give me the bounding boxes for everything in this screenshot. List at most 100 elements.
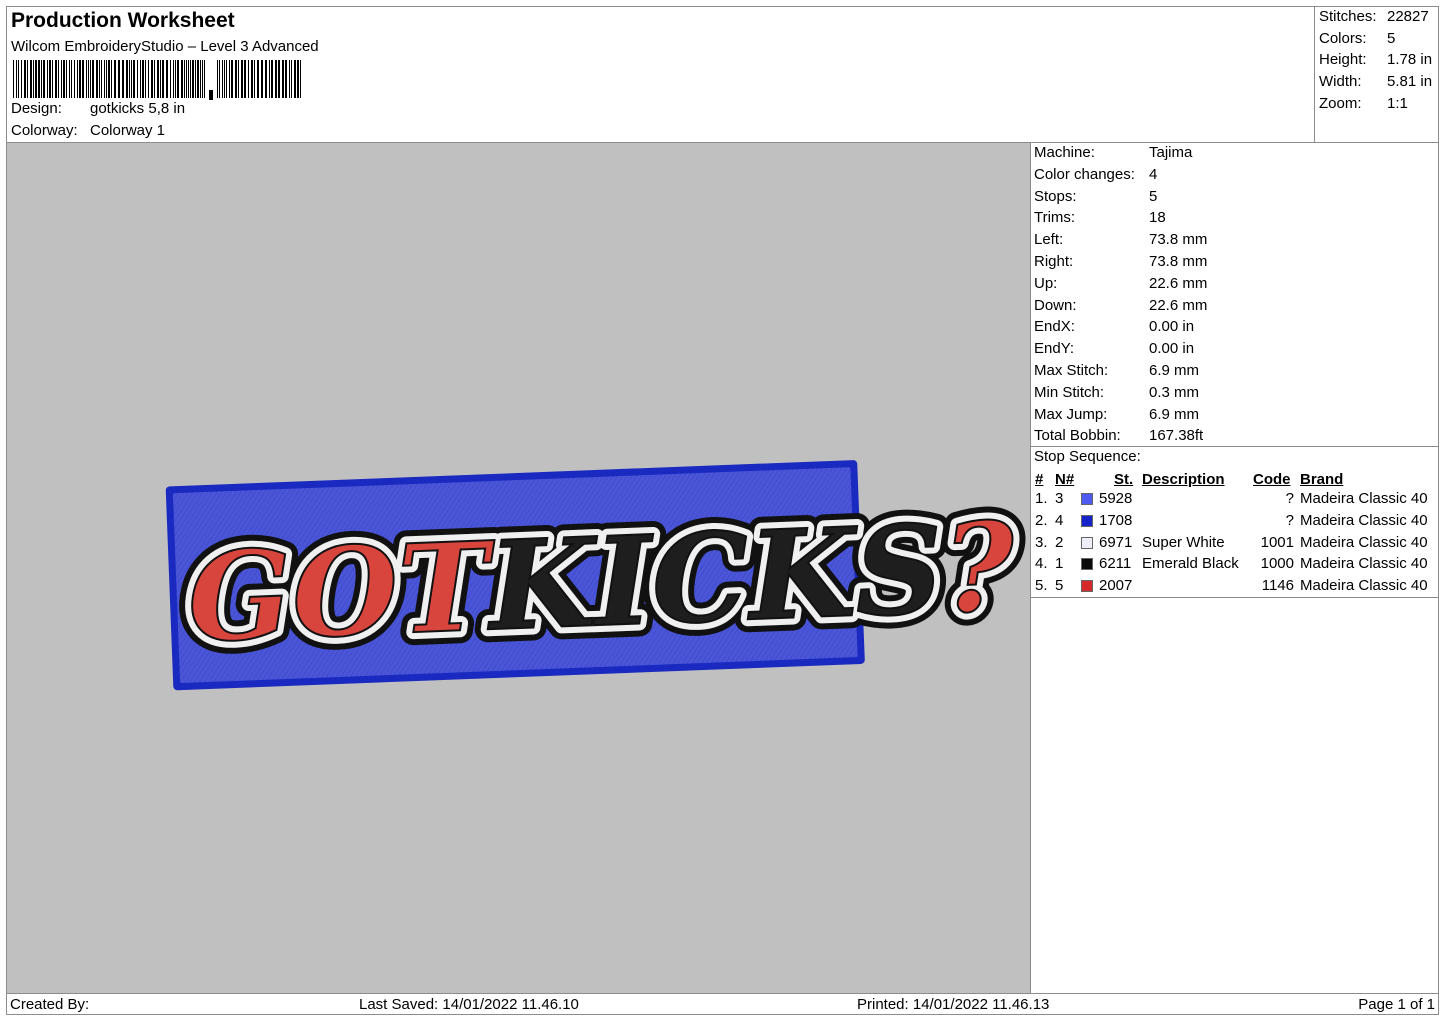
stat-value: 5.81 in xyxy=(1387,73,1433,90)
col-header-needle: N# xyxy=(1055,471,1075,488)
patch-lettering: GOTKICKS? GOTKICKS? GOTKICKS? xyxy=(172,481,1030,683)
detail-row: Color changes: 4 xyxy=(1034,166,1157,183)
stat-label: Zoom: xyxy=(1319,95,1362,112)
stop-needle: 3 xyxy=(1055,490,1064,507)
stop-code: 1001 xyxy=(1260,533,1294,551)
barcode-bar xyxy=(108,60,110,98)
barcode-bar xyxy=(222,60,223,98)
detail-value: 73.8 mm xyxy=(1149,253,1208,270)
detail-label: Left: xyxy=(1034,231,1064,249)
divider xyxy=(1031,446,1438,447)
stop-index: 4. xyxy=(1035,555,1048,573)
barcode-bar xyxy=(200,60,201,98)
detail-value: 22.6 mm xyxy=(1149,296,1208,314)
detail-row: Right: 73.8 mm xyxy=(1034,253,1207,270)
barcode-bar xyxy=(192,60,194,98)
detail-row: Up: 22.6 mm xyxy=(1034,275,1207,292)
barcode-bar xyxy=(47,60,48,98)
stop-index: 2. xyxy=(1035,511,1048,529)
detail-value: 0.00 in xyxy=(1149,340,1195,358)
design-label: Design: xyxy=(11,100,62,117)
barcode-bar xyxy=(184,60,185,98)
detail-value: 18 xyxy=(1149,209,1166,227)
detail-value: 167.38ft xyxy=(1149,427,1204,445)
stop-needle: 1 xyxy=(1055,555,1064,573)
stop-stitches: 6971 xyxy=(1099,533,1133,551)
divider xyxy=(1031,597,1438,598)
barcode-bar xyxy=(190,60,191,98)
stop-row: 2. 4 1708? Madeira Classic 40 xyxy=(1031,512,1438,534)
barcode-bar xyxy=(92,60,94,98)
stat-height: Height: 1.78 in xyxy=(1319,51,1432,68)
barcode-bar xyxy=(275,60,277,98)
barcode-bar xyxy=(244,60,246,98)
detail-value: 73.8 mm xyxy=(1149,231,1208,249)
detail-value: Tajima xyxy=(1149,144,1193,161)
barcode-bar xyxy=(79,60,81,98)
design-row: Design: gotkicks 5,8 in xyxy=(11,100,185,117)
stop-row: 1. 3 5928? Madeira Classic 40 xyxy=(1031,490,1438,512)
detail-row: EndX: 0.00 in xyxy=(1034,318,1194,335)
detail-label: Right: xyxy=(1034,253,1074,270)
barcode-bar xyxy=(99,60,100,98)
thread-color-swatch xyxy=(1081,493,1093,505)
barcode-bar xyxy=(145,60,146,98)
software-name: Wilcom EmbroideryStudio – Level 3 Advanc… xyxy=(11,38,319,55)
stop-index: 3. xyxy=(1035,533,1048,551)
stop-sequence-title: Stop Sequence: xyxy=(1034,448,1141,465)
barcode-bar xyxy=(235,60,237,98)
detail-row: Total Bobbin: 167.38ft xyxy=(1034,427,1203,444)
detail-value: 0.3 mm xyxy=(1149,383,1200,401)
stop-brand: Madeira Classic 40 xyxy=(1300,533,1428,551)
thread-color-swatch xyxy=(1081,536,1093,549)
barcode-bar xyxy=(297,60,299,98)
barcode-bar xyxy=(66,60,67,98)
stop-description: Super White xyxy=(1142,533,1225,551)
worksheet-title: Production Worksheet xyxy=(11,9,235,32)
barcode-bar xyxy=(148,60,149,98)
stop-stitches: 2007 xyxy=(1099,577,1133,595)
barcode-bar xyxy=(175,60,176,98)
summary-panel: Stitches: 22827 Colors: 5 Height: 1.78 in W… xyxy=(1314,6,1439,143)
detail-row: EndY: 0.00 in xyxy=(1034,340,1194,357)
barcode-bar xyxy=(261,60,263,98)
stat-label: Stitches: xyxy=(1319,8,1377,25)
stat-width: Width: 5.81 in xyxy=(1319,73,1432,90)
barcode-bar xyxy=(257,60,259,98)
barcode-bar xyxy=(33,60,34,98)
barcode-bar xyxy=(229,60,230,98)
created-by: Created By: xyxy=(10,996,90,1013)
barcode-bar xyxy=(24,60,26,98)
stop-row: 5. 5 2007 1146 Madeira Classic 40 xyxy=(1031,577,1438,599)
machine-info-panel: Machine: Tajima Color changes: 4 Stops: 5 Trim… xyxy=(1030,142,1439,994)
barcode-bar xyxy=(170,60,171,98)
stop-stitches: 5928 xyxy=(1099,490,1133,507)
barcode-bar xyxy=(271,60,273,98)
stop-index: 5. xyxy=(1035,577,1048,595)
barcode-bar xyxy=(195,60,196,98)
detail-row: Max Jump: 6.9 mm xyxy=(1034,406,1199,423)
stat-value: 1.78 in xyxy=(1387,51,1433,68)
design-preview-canvas[interactable]: GOTKICKS? GOTKICKS? GOTKICKS? xyxy=(6,142,1031,994)
barcode-bar xyxy=(294,60,296,98)
stop-code: 1146 xyxy=(1261,577,1294,595)
detail-row: Stops: 5 xyxy=(1034,188,1157,205)
barcode-bar xyxy=(27,60,28,98)
lettering-fill: GOTKICKS? xyxy=(185,494,1019,670)
barcode-bar xyxy=(77,60,78,98)
barcode-bar xyxy=(300,60,301,98)
barcode-bar xyxy=(226,60,227,98)
barcode-bar xyxy=(61,60,62,98)
last-saved: Last Saved: 14/01/2022 11.46.10 xyxy=(359,996,579,1013)
detail-value: 6.9 mm xyxy=(1149,362,1200,379)
detail-row: Left: 73.8 mm xyxy=(1034,231,1207,248)
barcode-bar xyxy=(181,60,183,98)
col-header-code: Code xyxy=(1253,471,1291,488)
barcode-bar xyxy=(16,60,17,98)
barcode-bar xyxy=(13,60,14,98)
barcode-bar xyxy=(18,60,19,98)
barcode-bar xyxy=(265,60,267,98)
stop-description: Emerald Black xyxy=(1142,555,1239,573)
stop-brand: Madeira Classic 40 xyxy=(1300,511,1428,529)
barcode-bar xyxy=(90,60,91,98)
